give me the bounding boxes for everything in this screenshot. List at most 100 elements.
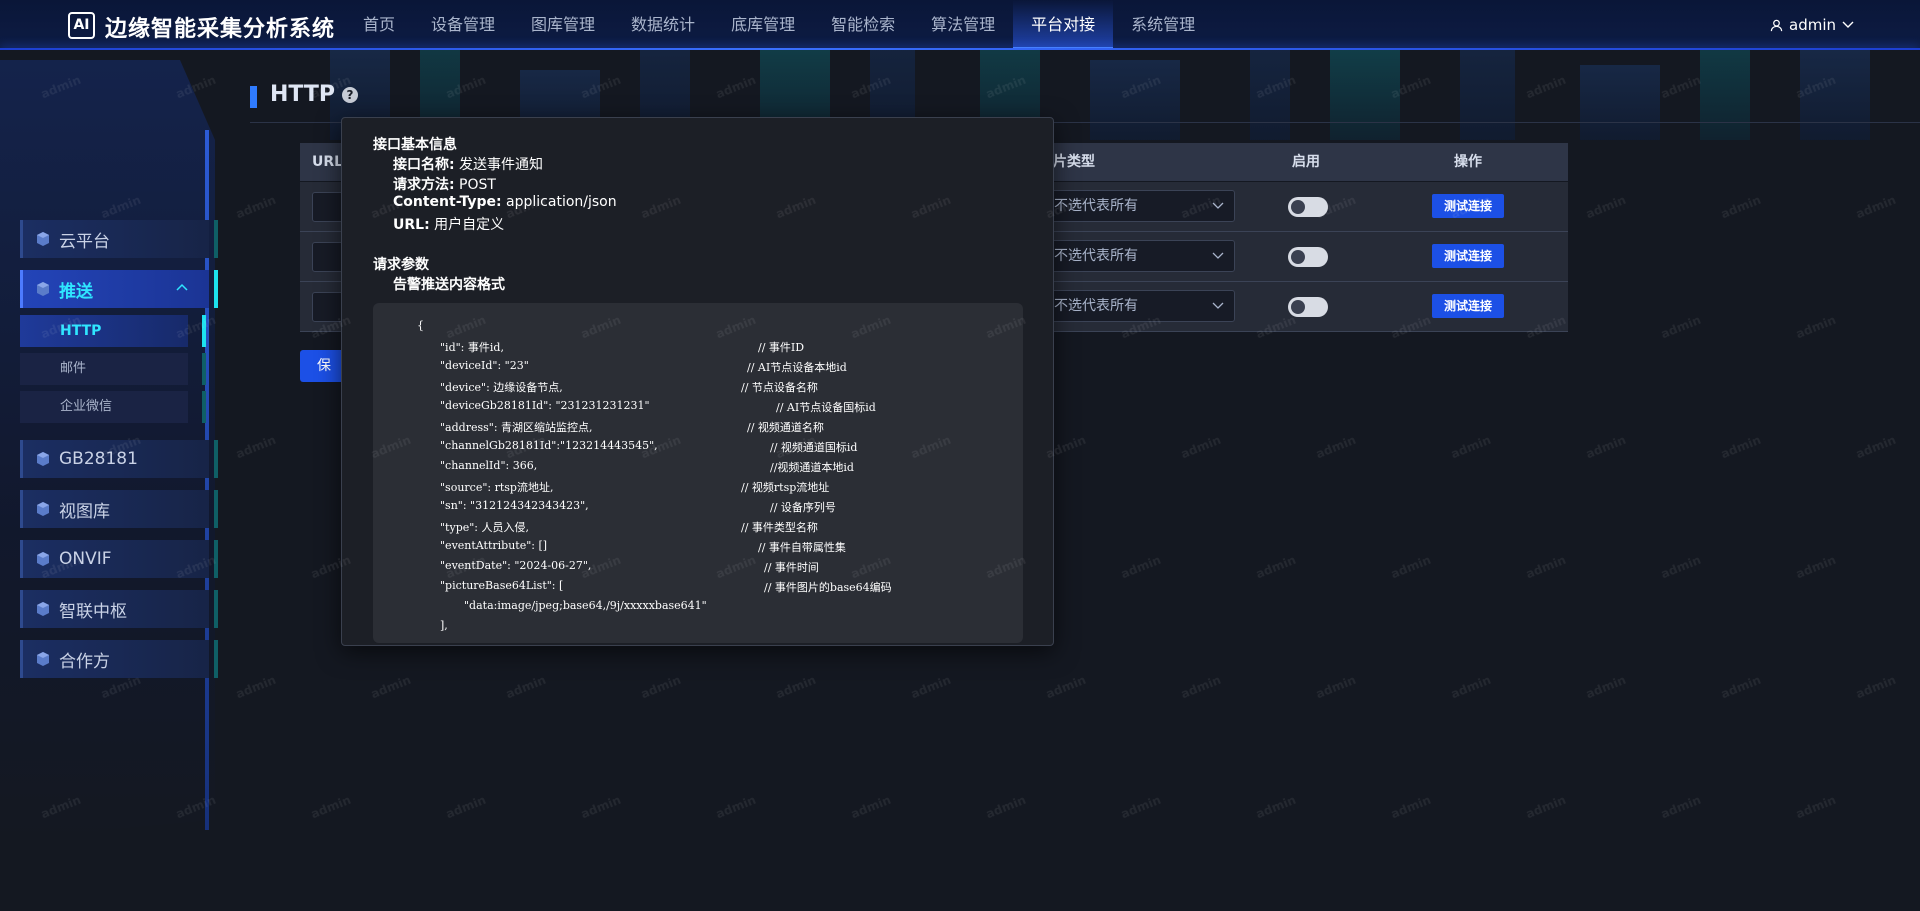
cube-icon <box>37 452 49 466</box>
sidebar-item-push[interactable]: 推送 <box>20 270 218 308</box>
enable-toggle[interactable] <box>1288 197 1328 217</box>
alarm-push-format-title: 告警推送内容格式 <box>393 277 505 293</box>
select-value: 不选代表所有 <box>1054 248 1138 264</box>
code-line: "sn": "312124342343423", <box>440 499 589 512</box>
sidebar-item-label: 视图库 <box>59 501 110 522</box>
field-content-type: Content-Type: application/json <box>393 194 617 210</box>
watermark-text: admin <box>1178 432 1223 462</box>
picture-type-select[interactable]: 不选代表所有 <box>1045 240 1235 272</box>
section-request-params: 请求参数 <box>373 257 429 273</box>
watermark-text: admin <box>773 672 818 702</box>
sidebar-subitem-http[interactable]: HTTP <box>20 315 206 347</box>
code-line: ], <box>440 619 448 632</box>
code-comment: // 视频rtsp流地址 <box>741 481 830 494</box>
watermark-text: admin <box>233 672 278 702</box>
picture-type-select[interactable]: 不选代表所有 <box>1045 190 1235 222</box>
watermark-text: admin <box>1793 552 1838 582</box>
watermark-text: admin <box>1523 552 1568 582</box>
code-comment: // 事件图片的base64编码 <box>764 581 892 594</box>
column-header-url: URL <box>312 154 344 170</box>
sidebar-item-label: 合作方 <box>59 651 110 672</box>
watermark-text: admin <box>503 672 548 702</box>
watermark-text: admin <box>368 672 413 702</box>
help-icon[interactable]: ? <box>342 87 358 103</box>
ai-logo-icon: AI <box>68 12 95 39</box>
cube-icon <box>37 502 49 516</box>
user-menu[interactable]: admin <box>1770 0 1854 50</box>
watermark-text: admin <box>1523 792 1568 822</box>
watermark-text: admin <box>1253 552 1298 582</box>
sidebar-item-cloud-platform[interactable]: 云平台 <box>20 220 218 258</box>
sidebar-item-partner[interactable]: 合作方 <box>20 640 218 678</box>
test-connection-button[interactable]: 测试连接 <box>1432 244 1504 268</box>
enable-toggle[interactable] <box>1288 247 1328 267</box>
nav-base-library[interactable]: 底库管理 <box>713 0 813 50</box>
cube-icon <box>37 602 49 616</box>
chevron-down-icon <box>1842 21 1854 28</box>
code-line: "pictureBase64List": [ <box>440 579 564 592</box>
code-line: "address": 青湖区缩站监控点, <box>440 421 593 434</box>
code-line: "id": 事件id, <box>440 341 504 354</box>
top-header: AI 边缘智能采集分析系统 首页 设备管理 图库管理 数据统计 底库管理 智能检… <box>0 0 1920 50</box>
watermark-text: admin <box>848 792 893 822</box>
nav-device-management[interactable]: 设备管理 <box>413 0 513 50</box>
sidebar-item-gb28181[interactable]: GB28181 <box>20 440 218 478</box>
nav-algorithm-management[interactable]: 算法管理 <box>913 0 1013 50</box>
code-line: "type": 人员入侵, <box>440 521 530 534</box>
code-comment: // 事件时间 <box>764 561 819 574</box>
code-comment: // 节点设备名称 <box>741 381 818 394</box>
watermark-text: admin <box>983 792 1028 822</box>
cube-icon <box>37 652 49 666</box>
watermark-text: admin <box>1448 432 1493 462</box>
watermark-text: admin <box>578 792 623 822</box>
cube-icon <box>37 232 49 246</box>
sidebar-item-label: 智联中枢 <box>59 601 127 622</box>
watermark-text: admin <box>1583 192 1628 222</box>
watermark-text: admin <box>233 192 278 222</box>
chevron-down-icon <box>1212 252 1224 259</box>
sidebar-item-smart-hub[interactable]: 智联中枢 <box>20 590 218 628</box>
watermark-text: admin <box>1658 312 1703 342</box>
code-line: "channelId": 366, <box>440 459 538 472</box>
nav-system-management[interactable]: 系统管理 <box>1113 0 1213 50</box>
sidebar-item-onvif[interactable]: ONVIF <box>20 540 218 578</box>
code-comment: //视频通道本地id <box>770 461 854 474</box>
watermark-text: admin <box>1313 432 1358 462</box>
watermark-text: admin <box>1853 432 1898 462</box>
nav-home[interactable]: 首页 <box>345 0 413 50</box>
sidebar-item-view-library[interactable]: 视图库 <box>20 490 218 528</box>
page-title: HTTP <box>270 82 336 107</box>
nav-data-statistics[interactable]: 数据统计 <box>613 0 713 50</box>
watermark-text: admin <box>638 672 683 702</box>
code-line: "data:image/jpeg;base64,/9j/xxxxxbase641… <box>464 599 707 612</box>
sidebar-subitem-email[interactable]: 邮件 <box>20 353 206 385</box>
nav-gallery-management[interactable]: 图库管理 <box>513 0 613 50</box>
watermark-text: admin <box>1043 672 1088 702</box>
chevron-up-icon <box>176 283 188 291</box>
api-info-popover: 接口基本信息 接口名称: 发送事件通知 请求方法: POST Content-T… <box>341 117 1054 646</box>
sidebar-subitem-wecom[interactable]: 企业微信 <box>20 391 206 423</box>
column-header-enabled: 启用 <box>1292 154 1320 170</box>
nav-platform-integration[interactable]: 平台对接 <box>1013 0 1114 50</box>
code-comment: // 事件自带属性集 <box>758 541 846 554</box>
watermark-text: admin <box>1388 552 1433 582</box>
code-sample: { "id": 事件id, // 事件ID "deviceId": "23" /… <box>373 303 1023 643</box>
page-title-accent <box>250 86 257 108</box>
enable-toggle[interactable] <box>1288 297 1328 317</box>
watermark-text: admin <box>1583 672 1628 702</box>
section-basic-info: 接口基本信息 <box>373 137 457 153</box>
nav-smart-search[interactable]: 智能检索 <box>813 0 913 50</box>
code-comment: // 事件ID <box>758 341 805 354</box>
sidebar-item-label: 推送 <box>59 281 93 302</box>
column-header-action: 操作 <box>1454 154 1482 170</box>
chevron-down-icon <box>1212 202 1224 209</box>
main-nav: 首页 设备管理 图库管理 数据统计 底库管理 智能检索 算法管理 平台对接 系统… <box>345 0 1213 50</box>
test-connection-button[interactable]: 测试连接 <box>1432 194 1504 218</box>
code-line: "deviceId": "23" <box>440 359 529 372</box>
watermark-text: admin <box>1658 552 1703 582</box>
watermark-text: admin <box>1853 192 1898 222</box>
watermark-text: admin <box>1178 672 1223 702</box>
picture-type-select[interactable]: 不选代表所有 <box>1045 290 1235 322</box>
test-connection-button[interactable]: 测试连接 <box>1432 294 1504 318</box>
code-line: "eventAttribute": [] <box>440 539 548 552</box>
